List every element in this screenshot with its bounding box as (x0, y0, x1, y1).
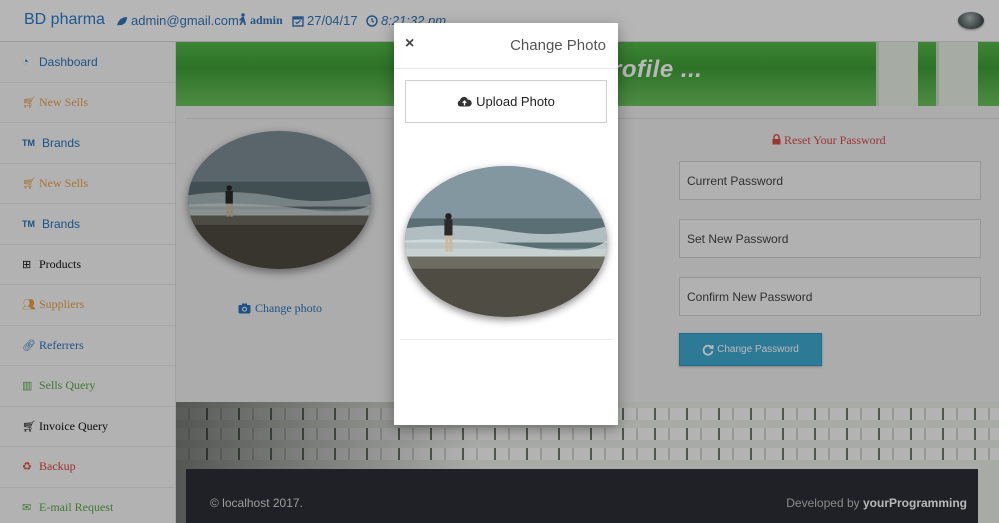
modal-divider (400, 339, 612, 340)
upload-photo-button-label: Upload Photo (476, 94, 555, 109)
photo-preview (405, 166, 607, 317)
upload-photo-button[interactable]: Upload Photo (405, 80, 607, 123)
change-photo-modal: × Change Photo Upload Photo (394, 23, 618, 425)
modal-title: Change Photo (510, 37, 606, 54)
cloud-upload-icon (457, 96, 472, 107)
close-icon[interactable]: × (405, 35, 414, 53)
modal-header: × Change Photo (394, 23, 618, 69)
beach-photo-preview-image (405, 166, 607, 317)
